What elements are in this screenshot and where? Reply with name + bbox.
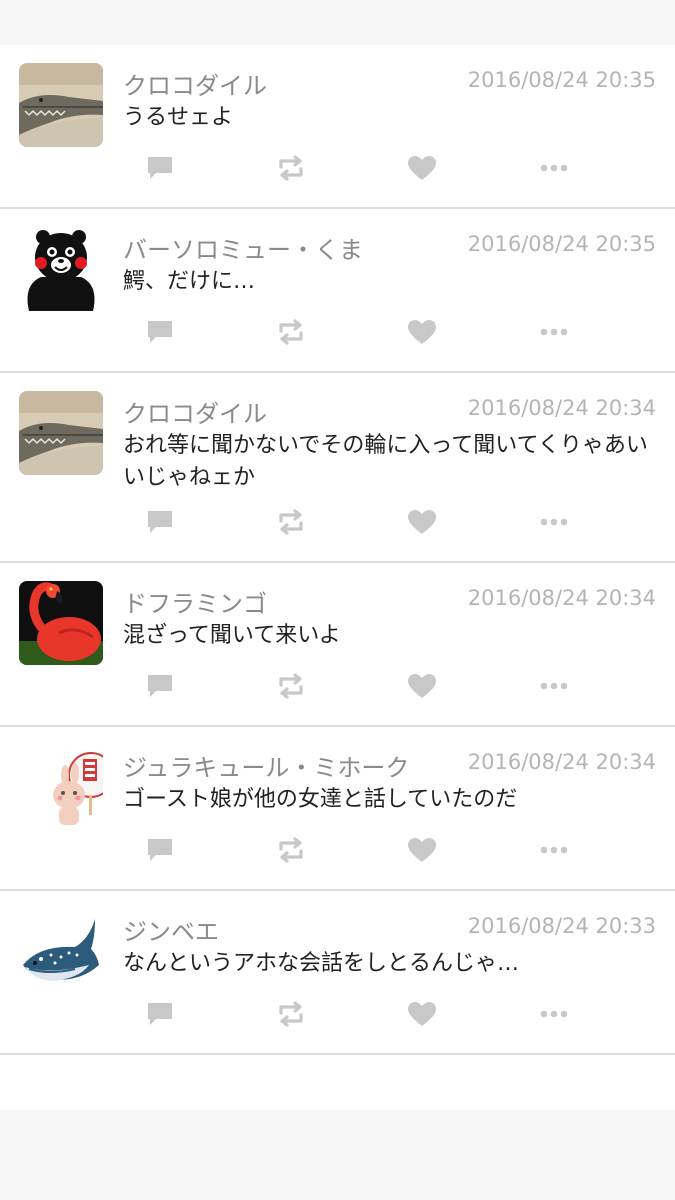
- tweet[interactable]: ジンベエ 2016/08/24 20:33 なんというアホな会話をしとるんじゃ…: [0, 891, 675, 1055]
- tweet[interactable]: バーソロミュー・くま 2016/08/24 20:35 鰐、だけに…: [0, 209, 675, 373]
- retweet-icon[interactable]: [273, 999, 309, 1029]
- post-timestamp: 2016/08/24 20:34: [467, 586, 656, 610]
- post-timestamp: 2016/08/24 20:35: [467, 232, 656, 256]
- post-timestamp: 2016/08/24 20:35: [467, 68, 656, 92]
- reply-icon[interactable]: [142, 153, 178, 183]
- post-author-name[interactable]: バーソロミュー・くま: [123, 230, 363, 265]
- timeline-feed[interactable]: クロコダイル 2016/08/24 20:35 うるせェよ バーソロミュー・くま…: [0, 45, 675, 1110]
- kumamon-avatar-icon[interactable]: [19, 227, 103, 311]
- retweet-icon[interactable]: [273, 507, 309, 537]
- reply-icon[interactable]: [142, 507, 178, 537]
- crocodile-avatar-icon[interactable]: [19, 63, 103, 147]
- post-author-name[interactable]: クロコダイル: [123, 394, 267, 429]
- post-timestamp: 2016/08/24 20:33: [467, 914, 656, 938]
- more-icon[interactable]: [536, 153, 572, 183]
- post-text: ゴースト娘が他の女達と話していたのだ: [123, 787, 518, 812]
- reply-icon[interactable]: [142, 835, 178, 865]
- tweet[interactable]: ジュラキュール・ミホーク 2016/08/24 20:34 ゴースト娘が他の女達…: [0, 727, 675, 891]
- post-actions: [0, 835, 675, 865]
- post-text: 混ざって聞いて来いよ: [123, 623, 341, 648]
- post-author-name[interactable]: クロコダイル: [123, 66, 267, 101]
- crocodile-avatar-icon[interactable]: [19, 391, 103, 475]
- flamingo-avatar-icon[interactable]: [19, 581, 103, 665]
- retweet-icon[interactable]: [273, 835, 309, 865]
- post-text: おれ等に聞かないでその輪に入って聞いてくりゃあいいじゃねェか: [123, 433, 648, 490]
- post-text: 鰐、だけに…: [123, 269, 256, 294]
- tweet[interactable]: クロコダイル 2016/08/24 20:34 おれ等に聞かないでその輪に入って…: [0, 373, 675, 563]
- post-actions: [0, 317, 675, 347]
- more-icon[interactable]: [536, 835, 572, 865]
- like-icon[interactable]: [404, 317, 440, 347]
- whale-shark-avatar-icon[interactable]: [19, 909, 103, 993]
- post-author-name[interactable]: ジンベエ: [123, 912, 219, 947]
- reply-icon[interactable]: [142, 671, 178, 701]
- post-actions: [0, 507, 675, 537]
- like-icon[interactable]: [404, 835, 440, 865]
- post-actions: [0, 671, 675, 701]
- like-icon[interactable]: [404, 671, 440, 701]
- post-text: うるせェよ: [123, 105, 234, 130]
- rabbit-fan-avatar-icon[interactable]: [19, 745, 103, 829]
- more-icon[interactable]: [536, 999, 572, 1029]
- post-author-name[interactable]: ジュラキュール・ミホーク: [123, 748, 409, 783]
- retweet-icon[interactable]: [273, 671, 309, 701]
- like-icon[interactable]: [404, 507, 440, 537]
- post-timestamp: 2016/08/24 20:34: [467, 396, 656, 420]
- tweet[interactable]: ドフラミンゴ 2016/08/24 20:34 混ざって聞いて来いよ: [0, 563, 675, 727]
- more-icon[interactable]: [536, 507, 572, 537]
- post-actions: [0, 999, 675, 1029]
- post-timestamp: 2016/08/24 20:34: [467, 750, 656, 774]
- reply-icon[interactable]: [142, 999, 178, 1029]
- more-icon[interactable]: [536, 671, 572, 701]
- post-text: なんというアホな会話をしとるんじゃ…: [123, 951, 520, 976]
- reply-icon[interactable]: [142, 317, 178, 347]
- post-author-name[interactable]: ドフラミンゴ: [123, 584, 267, 619]
- like-icon[interactable]: [404, 999, 440, 1029]
- like-icon[interactable]: [404, 153, 440, 183]
- retweet-icon[interactable]: [273, 317, 309, 347]
- more-icon[interactable]: [536, 317, 572, 347]
- tweet[interactable]: クロコダイル 2016/08/24 20:35 うるせェよ: [0, 45, 675, 209]
- post-actions: [0, 153, 675, 183]
- retweet-icon[interactable]: [273, 153, 309, 183]
